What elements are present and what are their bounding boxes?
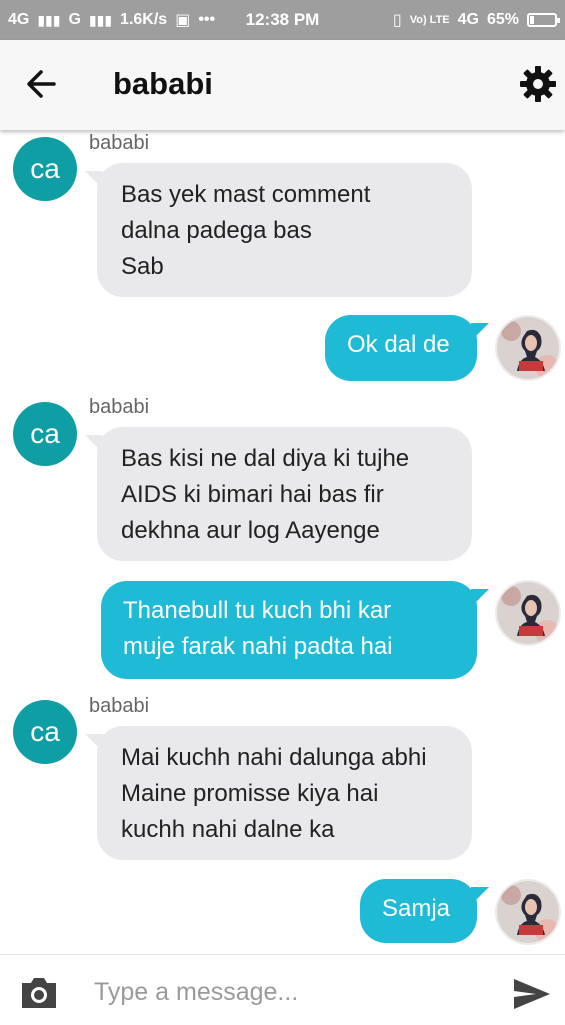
battery-icon: [527, 13, 560, 27]
network-1: 4G: [8, 11, 30, 28]
profile-photo: [497, 317, 559, 379]
volte-label: Vo) LTE: [409, 14, 450, 26]
message-text: Maine promisse kiya hai: [121, 780, 379, 807]
arrow-left-icon: [27, 70, 56, 98]
signal-icon: ▮▮▮: [37, 11, 61, 28]
message-text: Mai kuchh nahi dalunga abhi: [121, 744, 427, 771]
avatar[interactable]: ca: [13, 137, 77, 201]
sender-name: bababi: [89, 132, 150, 154]
profile-photo: [497, 582, 559, 644]
message-text: Sab: [121, 253, 164, 280]
message-text: AIDS ki bimari hai bas fir: [121, 481, 384, 508]
back-button[interactable]: [22, 62, 62, 106]
message-text: Bas yek mast comment: [121, 181, 371, 208]
message-bubble-outgoing[interactable]: Samja: [360, 879, 489, 943]
vibrate-icon: ▯: [392, 12, 402, 29]
message-text: Thanebull tu kuch bhi kar: [123, 597, 392, 624]
message-composer: [0, 954, 565, 1025]
message-bubble-incoming[interactable]: Bas yek mast comment dalna padega bas Sa…: [85, 163, 472, 297]
status-right: ▯ Vo) LTE 4G 65%: [392, 10, 560, 30]
settings-button[interactable]: [518, 64, 558, 104]
app-header: bababi: [0, 40, 565, 130]
sender-name: bababi: [89, 695, 150, 717]
status-bar: 4G ▮▮▮ G ▮▮▮ 1.6K/s ▣ ••• 12:38 PM ▯ Vo)…: [0, 0, 565, 40]
battery-percent: 65%: [486, 11, 519, 28]
more-dots: •••: [198, 11, 216, 28]
camera-icon: [22, 978, 56, 1008]
network-speed: 1.6K/s: [120, 11, 168, 28]
sender-name: bababi: [89, 396, 150, 418]
signal-icon: ▮▮▮: [88, 11, 113, 28]
message-text: Bas kisi ne dal diya ki tujhe: [121, 445, 410, 472]
message-bubble-incoming[interactable]: Bas kisi ne dal diya ki tujhe AIDS ki bi…: [85, 427, 472, 561]
message-text: muje farak nahi padta hai: [123, 633, 393, 660]
avatar[interactable]: [497, 881, 559, 943]
message-text: Samja: [382, 895, 451, 922]
camera-button[interactable]: [18, 975, 60, 1011]
message-text: dalna padega bas: [121, 217, 312, 244]
status-left: 4G ▮▮▮ G ▮▮▮ 1.6K/s ▣ •••: [8, 10, 215, 30]
gear-icon: [520, 66, 556, 102]
network-2: G: [68, 11, 81, 28]
profile-photo: [497, 881, 559, 943]
message-bubble-outgoing[interactable]: Ok dal de: [325, 315, 489, 381]
avatar[interactable]: [497, 582, 559, 644]
message-list[interactable]: ca bababi Bas yek mast comment dalna pad…: [0, 130, 565, 954]
notification-icon: ▣: [175, 12, 191, 29]
send-icon: [514, 979, 550, 1009]
message-input[interactable]: [92, 971, 496, 1013]
message-bubble-incoming[interactable]: Mai kuchh nahi dalunga abhi Maine promis…: [85, 726, 472, 860]
avatar[interactable]: [497, 317, 559, 379]
message-text: dekhna aur log Aayenge: [121, 517, 380, 544]
avatar[interactable]: ca: [13, 700, 77, 764]
message-text: Ok dal de: [347, 331, 450, 358]
avatar[interactable]: ca: [13, 402, 77, 466]
send-button[interactable]: [512, 977, 552, 1011]
message-bubble-outgoing[interactable]: Thanebull tu kuch bhi kar muje farak nah…: [101, 581, 489, 679]
message-text: kuchh nahi dalne ka: [121, 816, 335, 843]
network-3: 4G: [457, 11, 479, 28]
page-title: bababi: [113, 66, 213, 101]
